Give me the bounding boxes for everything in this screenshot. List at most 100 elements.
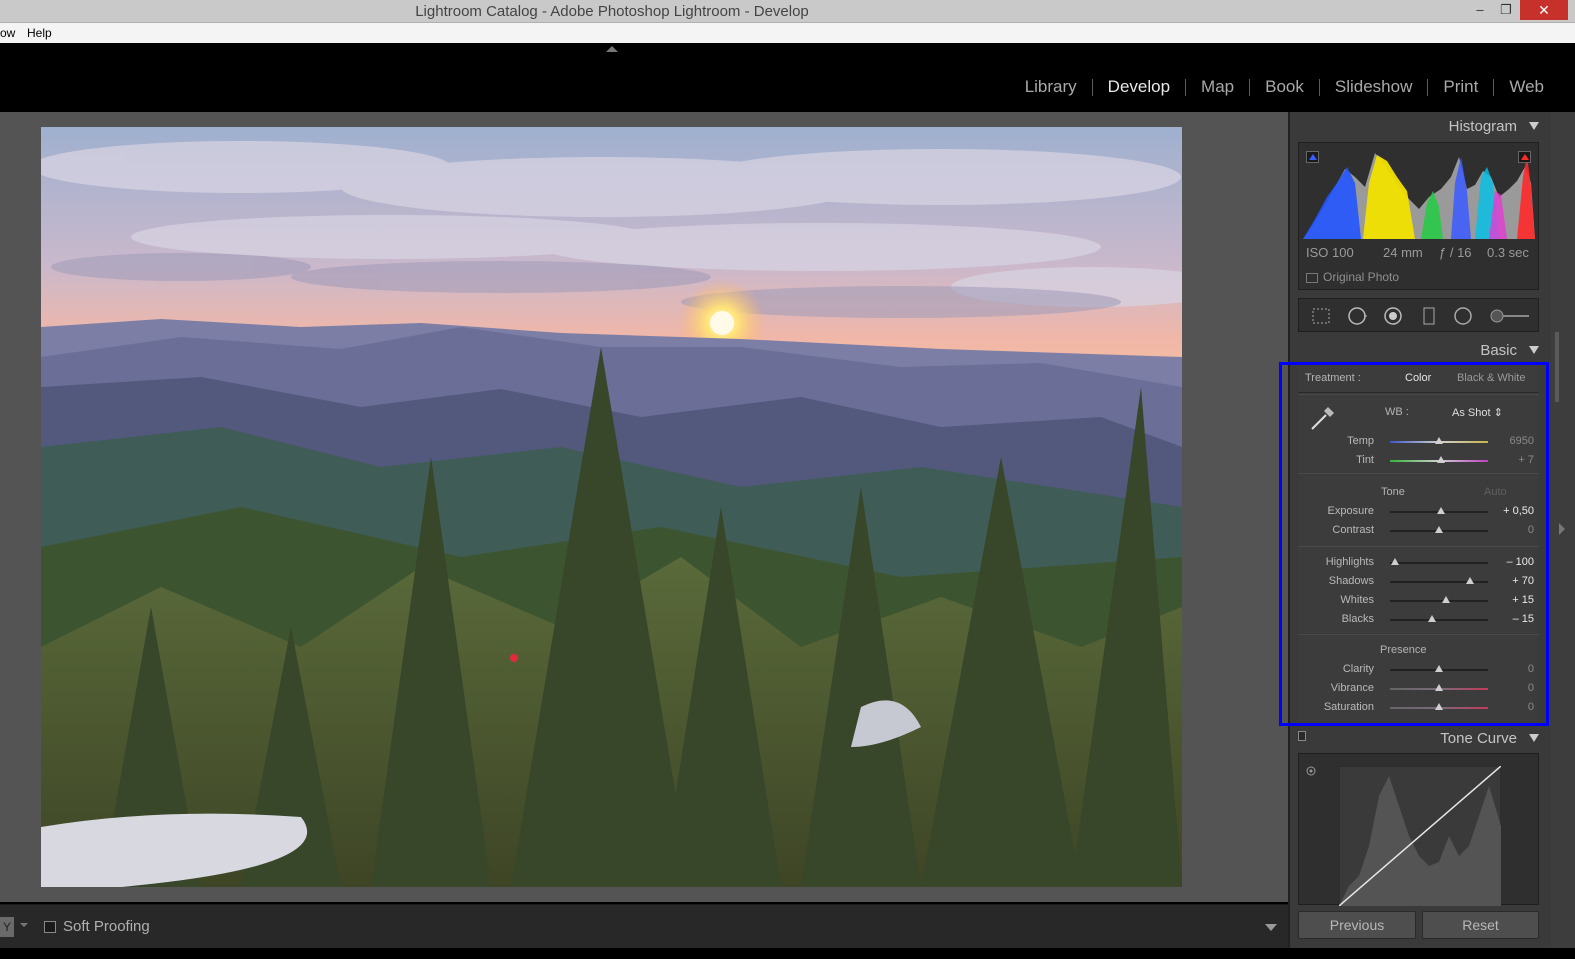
slider-label: Shadows <box>1328 575 1374 587</box>
maximize-button[interactable]: ❐ <box>1493 0 1519 20</box>
exif-aperture: ƒ / 16 <box>1439 245 1472 260</box>
slider-thumb[interactable] <box>1435 665 1443 672</box>
histogram-graph <box>1303 153 1535 239</box>
tone-section: Tone Auto Exposure + 0,50 Contrast 0 Hig… <box>1298 473 1539 633</box>
wb-label: WB : <box>1385 406 1409 418</box>
module-print[interactable]: Print <box>1428 77 1493 97</box>
panel-scrollbar[interactable] <box>1555 332 1559 402</box>
slider-value[interactable]: 6950 <box>1496 435 1534 447</box>
slider-value[interactable]: + 7 <box>1496 454 1534 466</box>
slider-track[interactable] <box>1390 562 1488 564</box>
slider-value[interactable]: – 15 <box>1496 613 1534 625</box>
histogram-header[interactable]: Histogram <box>1290 118 1547 135</box>
treatment-color-option[interactable]: Color <box>1405 372 1431 384</box>
slider-value[interactable]: 0 <box>1496 663 1534 675</box>
treatment-bw-option[interactable]: Black & White <box>1457 372 1525 384</box>
slider-label: Saturation <box>1323 701 1374 713</box>
slider-thumb[interactable] <box>1436 507 1445 514</box>
module-slideshow[interactable]: Slideshow <box>1320 77 1428 97</box>
collapse-top-panel-icon[interactable] <box>606 46 618 52</box>
tone-curve-header[interactable]: Tone Curve <box>1290 730 1547 747</box>
spot-removal-icon[interactable] <box>1347 306 1367 326</box>
slider-thumb[interactable] <box>1466 577 1475 584</box>
adjustment-brush-icon[interactable] <box>1489 306 1531 326</box>
close-button[interactable]: ✕ <box>1520 0 1568 20</box>
histogram-title: Histogram <box>1448 118 1517 135</box>
slider-thumb[interactable] <box>1390 558 1399 565</box>
collapse-triangle-icon[interactable] <box>1529 122 1539 130</box>
treatment-row: Treatment : Color Black & White <box>1298 363 1539 393</box>
slider-track[interactable] <box>1390 619 1488 621</box>
slider-label: Clarity <box>1342 663 1374 675</box>
slider-label: Temp <box>1347 435 1374 447</box>
slider-label: Highlights <box>1325 556 1374 568</box>
original-photo-label: Original Photo <box>1323 270 1400 284</box>
auto-tone-button[interactable]: Auto <box>1484 486 1507 498</box>
original-photo-checkbox[interactable] <box>1306 273 1318 283</box>
module-picker: Library Develop Map Book Slideshow Print… <box>1010 77 1559 97</box>
slider-thumb[interactable] <box>1435 703 1443 710</box>
view-mode-dropdown-icon[interactable] <box>20 923 28 927</box>
soft-proofing-checkbox[interactable] <box>44 921 56 933</box>
histogram: ISO 100 24 mm ƒ / 16 0.3 sec Original Ph… <box>1298 142 1539 290</box>
minimize-button[interactable]: – <box>1467 0 1493 20</box>
slider-value[interactable]: 0 <box>1496 682 1534 694</box>
slider-label: Contrast <box>1332 524 1374 536</box>
exif-focal-length: 24 mm <box>1383 245 1423 260</box>
exif-shutter: 0.3 sec <box>1487 245 1529 260</box>
slider-track[interactable] <box>1390 600 1488 602</box>
photo-preview[interactable] <box>41 127 1182 887</box>
toolbar-options-dropdown-icon[interactable] <box>1265 924 1277 931</box>
eyedropper-icon[interactable] <box>1308 403 1338 433</box>
wb-preset-select[interactable]: As Shot ⇕ <box>1452 406 1503 419</box>
collapse-triangle-icon[interactable] <box>1529 346 1539 354</box>
slider-value[interactable]: – 100 <box>1496 556 1534 568</box>
exif-iso: ISO 100 <box>1306 245 1354 260</box>
slider-thumb[interactable] <box>1436 456 1445 463</box>
menu-window[interactable]: ow <box>0 26 15 40</box>
module-develop[interactable]: Develop <box>1093 77 1185 97</box>
collapse-triangle-icon[interactable] <box>1529 734 1539 742</box>
module-header: Library Develop Map Book Slideshow Print… <box>0 43 1575 110</box>
module-map[interactable]: Map <box>1186 77 1249 97</box>
slider-thumb[interactable] <box>1435 684 1443 691</box>
slider-label: Exposure <box>1327 505 1374 517</box>
basic-header[interactable]: Basic <box>1290 342 1547 359</box>
reset-button[interactable]: Reset <box>1422 911 1539 939</box>
develop-tool-strip <box>1298 298 1539 332</box>
collapse-right-panel-icon[interactable] <box>1559 523 1565 535</box>
menu-bar: ow Help <box>0 23 1575 43</box>
crop-icon[interactable] <box>1311 306 1331 326</box>
slider-value[interactable]: + 15 <box>1496 594 1534 606</box>
module-library[interactable]: Library <box>1010 77 1092 97</box>
bottom-buttons: Previous Reset <box>1298 911 1539 939</box>
title-bar: Lightroom Catalog - Adobe Photoshop Ligh… <box>0 0 1575 23</box>
tone-curve-graph[interactable] <box>1298 753 1539 906</box>
slider-label: Tint <box>1356 454 1374 466</box>
view-mode-button[interactable]: Y <box>0 917 14 937</box>
radial-filter-icon[interactable] <box>1453 306 1473 326</box>
red-eye-icon[interactable] <box>1383 306 1403 326</box>
slider-value[interactable]: 0 <box>1496 701 1534 713</box>
target-adjustment-icon[interactable] <box>1306 766 1316 776</box>
slider-thumb[interactable] <box>1435 526 1443 533</box>
slider-thumb[interactable] <box>1441 596 1450 603</box>
graduated-filter-icon[interactable] <box>1419 306 1439 326</box>
shadow-clipping-toggle[interactable] <box>1306 151 1319 163</box>
menu-help[interactable]: Help <box>27 26 52 40</box>
previous-button[interactable]: Previous <box>1298 911 1416 939</box>
section-divider <box>1298 546 1539 547</box>
bottom-toolbar: Y Soft Proofing <box>0 904 1288 948</box>
slider-value[interactable]: + 0,50 <box>1496 505 1534 517</box>
curve-plot <box>1339 766 1501 906</box>
slider-value[interactable]: 0 <box>1496 524 1534 536</box>
tone-curve-title: Tone Curve <box>1440 730 1517 747</box>
module-web[interactable]: Web <box>1494 77 1559 97</box>
window-title: Lightroom Catalog - Adobe Photoshop Ligh… <box>415 3 809 20</box>
slider-thumb[interactable] <box>1435 437 1443 444</box>
slider-thumb[interactable] <box>1428 615 1437 622</box>
highlight-clipping-toggle[interactable] <box>1518 151 1531 163</box>
presence-section: Presence Clarity 0 Vibrance 0 Saturation… <box>1298 634 1539 724</box>
slider-value[interactable]: + 70 <box>1496 575 1534 587</box>
module-book[interactable]: Book <box>1250 77 1319 97</box>
